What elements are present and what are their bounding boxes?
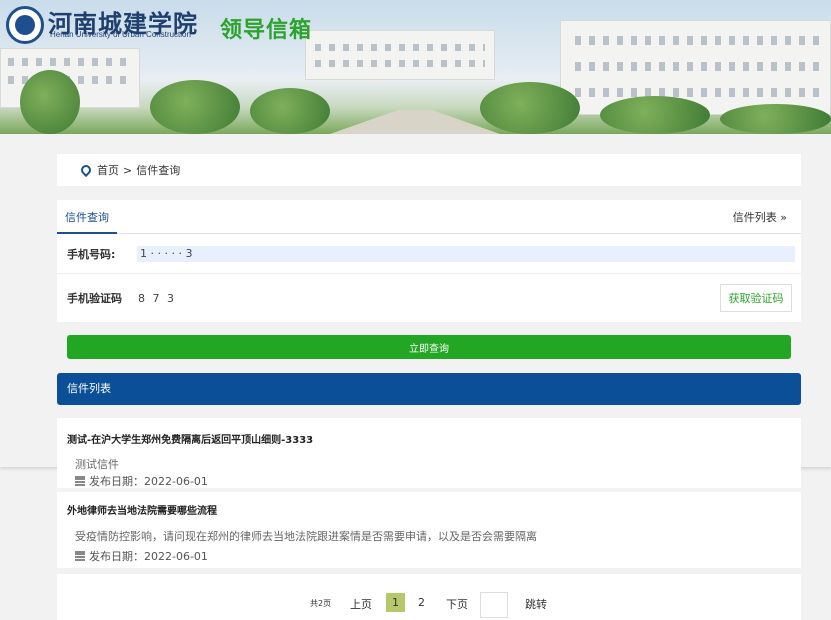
prev-page-link[interactable]: 上页 — [350, 596, 372, 612]
current-page[interactable]: 1 — [386, 593, 405, 612]
university-seal-logo — [6, 6, 44, 44]
building-windows — [575, 88, 825, 97]
building-windows — [8, 58, 128, 66]
jump-button[interactable]: 跳转 — [525, 596, 547, 612]
tree — [20, 70, 80, 134]
calendar-icon — [75, 476, 85, 486]
building-windows — [575, 62, 825, 71]
jump-page-input[interactable] — [480, 592, 508, 618]
letter-desc: 受疫情防控影响，请问现在郑州的律师去当地法院跟进案情是否需要申请，以及是否会需要… — [75, 530, 537, 543]
breadcrumb-home[interactable]: 首页 — [97, 162, 119, 178]
building-windows — [315, 60, 485, 67]
query-form: 手机号码: 1 · · · · · 3 手机验证码 8 7 3 获取验证码 — [57, 234, 801, 322]
phone-input[interactable]: 1 · · · · · 3 — [137, 246, 795, 262]
list-item[interactable]: 外地律师去当地法院需要哪些流程 受疫情防控影响，请问现在郑州的律师去当地法院跟进… — [57, 492, 801, 568]
pagination: 共2页 上页 1 2 下页 跳转 — [57, 574, 801, 620]
letter-title[interactable]: 测试-在沪大学生郑州免费隔离后返回平顶山细则-3333 — [67, 431, 313, 446]
breadcrumb-current: 信件查询 — [136, 164, 181, 177]
tab-letter-query[interactable]: 信件查询 — [57, 200, 117, 234]
calendar-icon — [75, 551, 85, 561]
breadcrumb-separator: > — [123, 163, 133, 177]
letter-desc: 测试信件 — [75, 458, 119, 471]
building-windows — [575, 36, 825, 45]
page-2-link[interactable]: 2 — [418, 596, 425, 609]
query-now-button[interactable]: 立即查询 — [67, 335, 791, 359]
school-english-name: Henan University of Urban Construction — [50, 30, 191, 39]
tree — [600, 96, 710, 134]
letter-date: 发布日期：2022-06-01 — [75, 548, 208, 564]
campus-building-center — [305, 30, 495, 80]
campus-road — [330, 110, 500, 134]
tree — [480, 82, 580, 134]
location-pin-icon — [78, 162, 94, 178]
page-total: 共2页 — [310, 599, 332, 608]
next-page-link[interactable]: 下页 — [446, 596, 468, 612]
tree — [250, 88, 330, 134]
tree — [150, 80, 240, 134]
phone-label: 手机号码: — [67, 248, 116, 261]
tab-bar: 信件查询 信件列表 » — [57, 200, 801, 234]
letter-date-text: 发布日期：2022-06-01 — [89, 550, 208, 563]
get-code-button[interactable]: 获取验证码 — [720, 284, 792, 312]
letter-list-header: 信件列表 — [57, 373, 801, 405]
header-banner: 河南城建学院 Henan University of Urban Constru… — [0, 0, 831, 134]
letter-list-link[interactable]: 信件列表 » — [733, 209, 787, 225]
tree — [720, 104, 831, 134]
code-label: 手机验证码 — [67, 292, 122, 305]
building-windows — [315, 44, 485, 51]
letter-date-text: 发布日期：2022-06-01 — [89, 475, 208, 488]
list-item[interactable]: 测试-在沪大学生郑州免费隔离后返回平顶山细则-3333 测试信件 发布日期：20… — [57, 418, 801, 488]
letter-title[interactable]: 外地律师去当地法院需要哪些流程 — [67, 502, 217, 517]
letter-date: 发布日期：2022-06-01 — [75, 473, 208, 489]
site-title: 领导信箱 — [220, 18, 313, 43]
verification-code-input[interactable]: 8 7 3 — [138, 292, 176, 305]
breadcrumb: 首页 > 信件查询 — [57, 154, 801, 186]
